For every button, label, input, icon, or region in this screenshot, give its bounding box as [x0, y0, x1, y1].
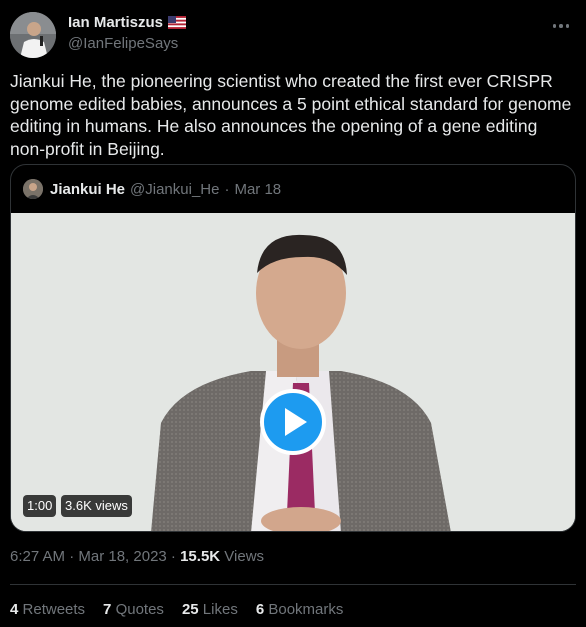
views-label: Views [220, 548, 265, 565]
us-flag-icon [168, 16, 187, 29]
bookmarks-stat[interactable]: 6 Bookmarks [256, 601, 344, 618]
tweet-meta: 6:27 AM · Mar 18, 2023 · 15.5K Views [10, 548, 264, 565]
video-views-badge: 3.6K views [61, 495, 132, 517]
quoted-author-name: Jiankui He [50, 180, 126, 198]
quotes-count: 7 [103, 601, 112, 618]
bookmarks-count: 6 [255, 601, 265, 618]
separator-dot: · [224, 180, 230, 198]
engagement-stats: 4 Retweets 7 Quotes 25 Likes 6 Bookmarks [10, 601, 343, 618]
quoted-author-handle: @Jiankui_He [130, 180, 220, 198]
bookmarks-label: Bookmarks [268, 601, 344, 618]
likes-label: Likes [202, 601, 238, 618]
author-avatar[interactable] [10, 12, 56, 58]
video-duration-badge: 1:00 [23, 495, 57, 517]
quotes-stat[interactable]: 7 Quotes [103, 601, 164, 618]
likes-stat[interactable]: 25 Likes [182, 601, 238, 618]
retweets-count: 4 [10, 601, 19, 618]
quoted-author-avatar [23, 179, 43, 199]
more-options-icon[interactable] [546, 14, 576, 38]
quotes-label: Quotes [115, 601, 164, 618]
divider [10, 584, 576, 585]
author-display-name[interactable]: Ian Martiszus [68, 14, 163, 31]
play-button[interactable] [260, 389, 326, 455]
author-handle[interactable]: @IanFelipeSays [68, 35, 178, 52]
quoted-date: Mar 18 [234, 180, 282, 198]
likes-count: 25 [181, 601, 199, 618]
retweets-stat[interactable]: 4 Retweets [10, 601, 85, 618]
video-player[interactable]: 1:00 3.6K views [11, 213, 575, 531]
quoted-tweet[interactable]: Jiankui He @Jiankui_He · Mar 18 1:00 3.6… [10, 164, 576, 532]
tweet-timestamp[interactable]: 6:27 AM · Mar 18, 2023 · [10, 548, 180, 565]
retweets-label: Retweets [22, 601, 86, 618]
play-icon [285, 408, 307, 436]
tweet-header: Ian Martiszus @IanFelipeSays [10, 8, 576, 60]
tweet-text: Jiankui He, the pioneering scientist who… [10, 71, 572, 159]
video-thumbnail [11, 213, 575, 531]
quoted-tweet-header: Jiankui He @Jiankui_He · Mar 18 [23, 179, 281, 199]
views-count: 15.5K [180, 548, 221, 565]
